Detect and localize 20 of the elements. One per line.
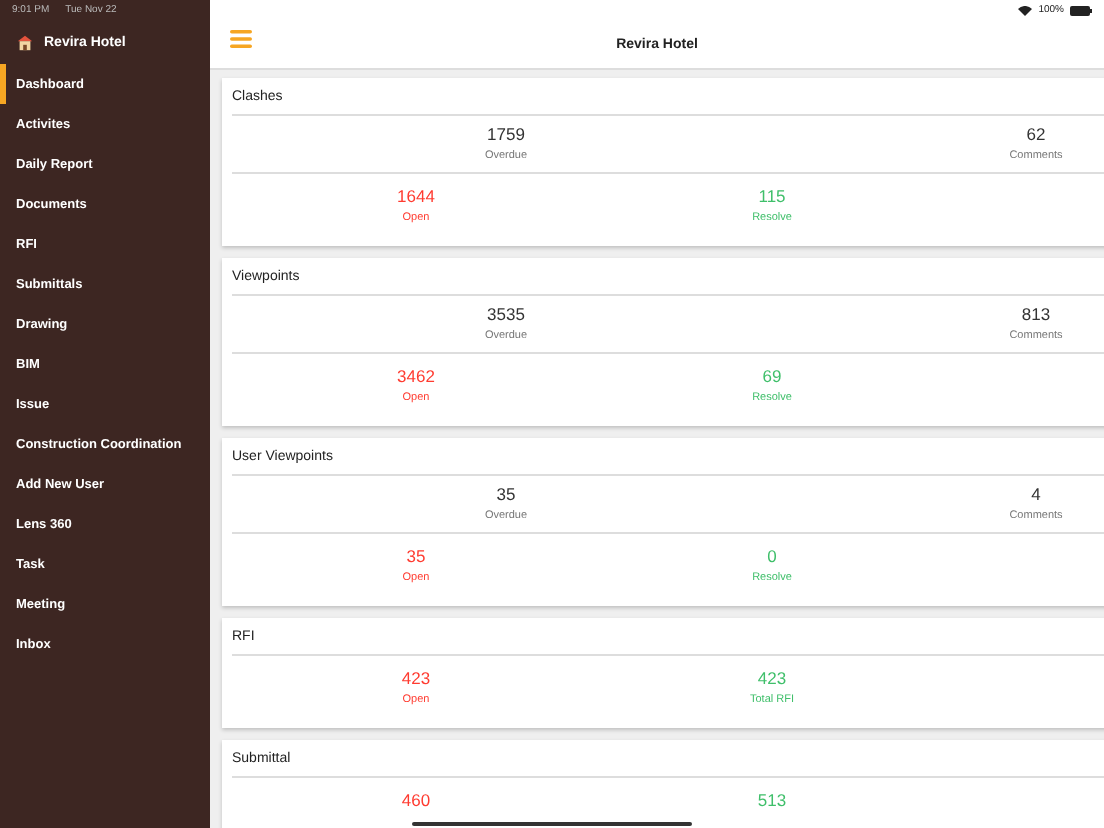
stat-value: 423 — [757, 668, 787, 688]
stat-value: 35 — [406, 546, 426, 566]
stat-value: 3535 — [487, 304, 525, 324]
stat-value: 69 — [762, 366, 782, 386]
stat-value: 813 — [1021, 304, 1051, 324]
stat-value: 1759 — [487, 124, 525, 144]
battery-icon — [1070, 5, 1092, 15]
wifi-icon — [1018, 5, 1033, 15]
stat-value: 3462 — [397, 366, 435, 386]
stat-value: 0 — [767, 546, 777, 566]
stat-value: 115 — [758, 186, 786, 206]
stat-value: 4 — [1031, 484, 1041, 504]
hotel-icon — [16, 33, 34, 51]
stat-value: 1644 — [397, 186, 435, 206]
stat-value: 62 — [1026, 124, 1046, 144]
stat-value: 423 — [401, 668, 431, 688]
stat-value: 460 — [401, 790, 431, 810]
stat-value: 513 — [757, 790, 787, 810]
stat-value: 35 — [496, 484, 516, 504]
menu-icon[interactable] — [230, 30, 252, 48]
